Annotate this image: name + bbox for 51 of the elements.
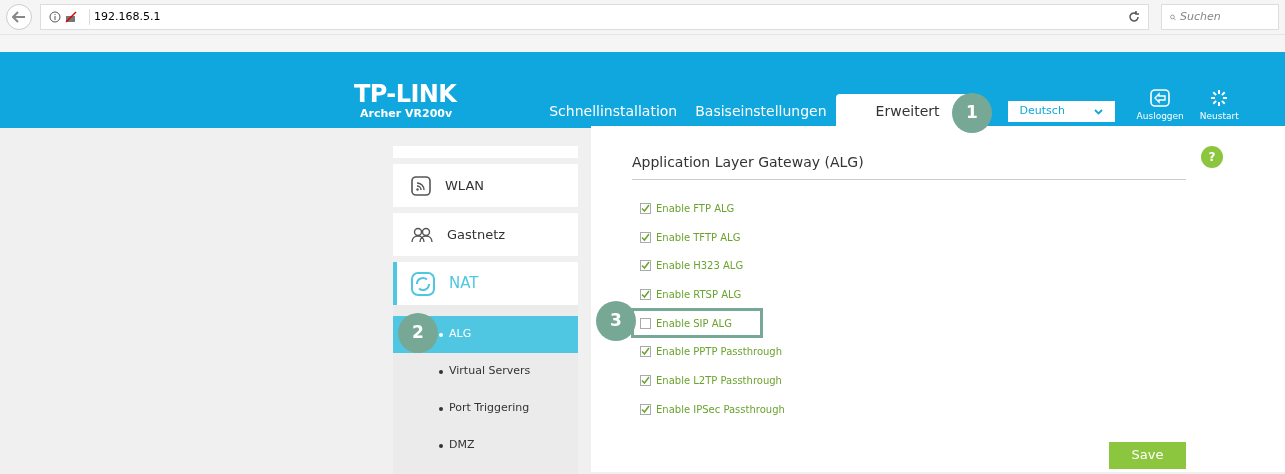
header-action[interactable]: Neustart [1199, 88, 1239, 123]
section-title: Application Layer Gateway (ALG) [632, 152, 1186, 180]
search-input[interactable]: Suchen [1180, 8, 1270, 26]
caret-icon [1093, 108, 1103, 115]
reload-icon[interactable] [1128, 11, 1140, 23]
checkbox[interactable] [640, 317, 651, 329]
nav-tab[interactable]: Basiseinstellungen [686, 94, 836, 128]
checkbox-option[interactable]: Enable L2TP Passthrough [640, 372, 782, 388]
nat-icon [411, 271, 435, 296]
bullet-icon [439, 332, 443, 337]
save-button[interactable]: Save [1109, 441, 1186, 469]
checkbox[interactable] [640, 374, 651, 386]
bullet-icon [439, 443, 443, 448]
checkbox-option[interactable]: Enable IPSec Passthrough [640, 401, 785, 417]
checkbox-option[interactable]: Enable RTSP ALG [640, 286, 742, 302]
spinner-icon [1210, 88, 1229, 107]
insecure-lock-icon[interactable] [65, 11, 77, 23]
submenu-item[interactable]: Virtual Servers [393, 353, 578, 390]
submenu-item[interactable]: DMZ [393, 427, 578, 464]
menu-item[interactable]: NAT [393, 262, 578, 305]
checkbox-option[interactable]: Enable TFTP ALG [640, 229, 741, 245]
users-icon [411, 226, 433, 243]
checkbox[interactable] [640, 403, 651, 415]
menu-item[interactable]: Gastnetz [393, 213, 578, 256]
info-icon[interactable] [49, 11, 61, 23]
bullet-icon [439, 406, 443, 411]
checkbox-option[interactable]: Enable SIP ALG [634, 311, 760, 336]
back-button[interactable] [6, 4, 32, 30]
checkbox-option[interactable]: Enable PPTP Passthrough [640, 344, 783, 360]
language-dropdown[interactable]: Deutsch [1007, 101, 1115, 122]
search-icon [1170, 11, 1176, 23]
checkbox-option[interactable]: Enable H323 ALG [640, 258, 744, 274]
logo-text: TP-LINK [354, 81, 457, 106]
model-text: Archer VR200v [360, 105, 454, 122]
checkbox[interactable] [640, 346, 651, 358]
help-button[interactable]: ? [1201, 146, 1223, 168]
submenu-item[interactable]: Port Triggering [393, 390, 578, 427]
menu-item[interactable]: WLAN [393, 164, 578, 207]
url-text[interactable]: 192.168.5.1 [89, 8, 161, 26]
wifi-icon [411, 175, 431, 196]
checkbox[interactable] [640, 288, 651, 300]
checkbox-option[interactable]: Enable FTP ALG [640, 200, 735, 216]
checkbox[interactable] [640, 202, 651, 214]
checkbox[interactable] [640, 231, 651, 243]
search-field[interactable]: Suchen [1161, 4, 1279, 30]
header-action[interactable]: Ausloggen [1136, 88, 1184, 123]
logout-icon [1150, 88, 1171, 107]
checkbox[interactable] [640, 260, 651, 272]
back-arrow-icon [12, 11, 26, 23]
nav-tab[interactable]: Schnellinstallation [540, 94, 687, 128]
bullet-icon [439, 369, 443, 374]
